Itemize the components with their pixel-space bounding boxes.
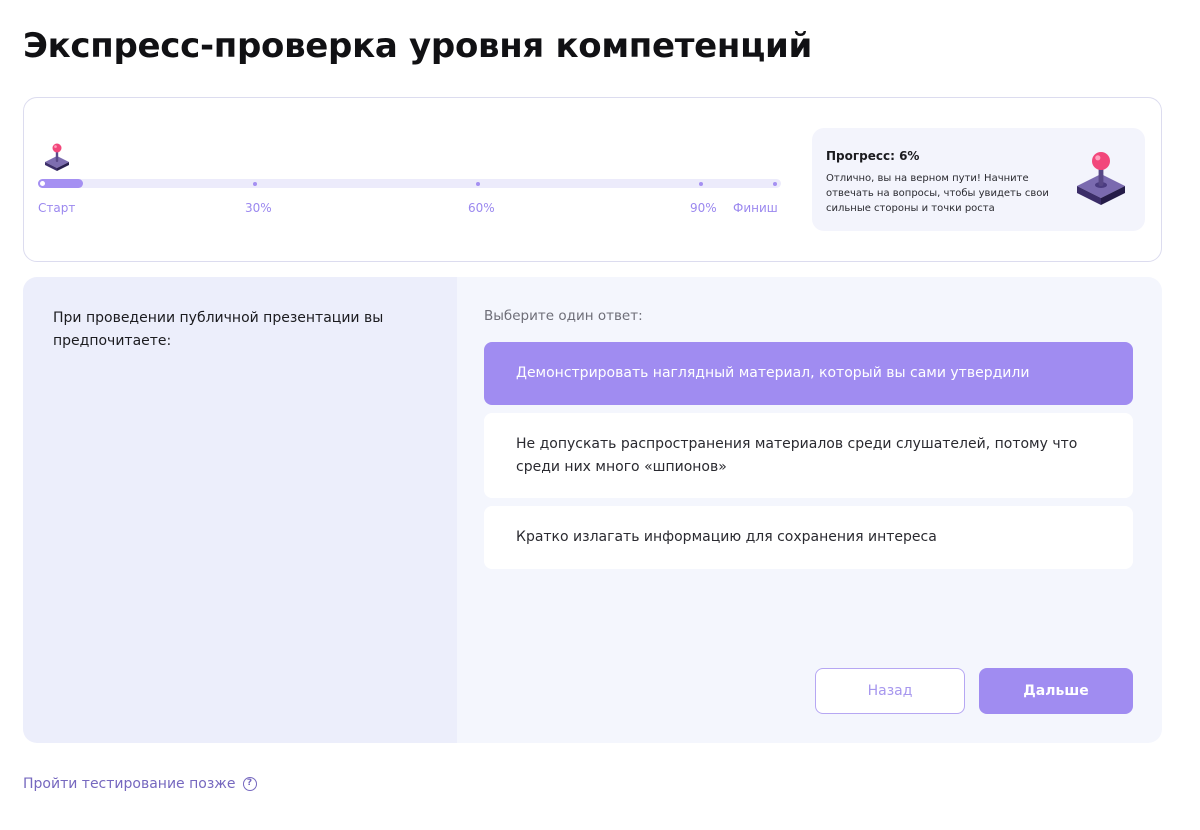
progress-marker-60: 60% — [468, 201, 495, 215]
progress-tick-90 — [698, 181, 703, 186]
answer-panel: Выберите один ответ: Демонстрировать наг… — [457, 277, 1162, 743]
progress-track — [38, 179, 781, 188]
progress-info-box: Прогресс: 6% Отлично, вы на верном пути!… — [812, 128, 1145, 231]
progress-tick-30 — [252, 181, 257, 186]
question-panel: При проведении публичной презентации вы … — [23, 277, 457, 743]
back-button[interactable]: Назад — [815, 668, 965, 714]
progress-marker-finish: Финиш — [733, 201, 778, 215]
answer-option[interactable]: Кратко излагать информацию для сохранени… — [484, 506, 1133, 569]
progress-tick-finish — [773, 181, 777, 186]
progress-info-title: Прогресс: 6% — [826, 149, 920, 163]
answer-option[interactable]: Демонстрировать наглядный материал, кото… — [484, 342, 1133, 405]
take-test-later-label: Пройти тестирование позже — [23, 776, 236, 792]
joystick-icon — [1077, 152, 1125, 205]
answer-option[interactable]: Не допускать распространения материалов … — [484, 413, 1133, 498]
progress-info-text: Отлично, вы на верном пути! Начните отве… — [826, 173, 1049, 214]
take-test-later-link[interactable]: Пройти тестирование позже ? — [23, 776, 257, 792]
progress-marker-start: Старт — [38, 201, 76, 215]
question-circle-icon[interactable]: ? — [242, 777, 257, 791]
answer-option-label: Демонстрировать наглядный материал, кото… — [516, 365, 1030, 381]
progress-start-dot — [40, 181, 45, 186]
page-title: Экспресс-проверка уровня компетенций — [23, 26, 813, 66]
answer-option-label: Не допускать распространения материалов … — [516, 435, 1078, 475]
next-button[interactable]: Дальше — [979, 668, 1133, 714]
progress-marker-30: 30% — [245, 201, 272, 215]
answer-option-label: Кратко излагать информацию для сохранени… — [516, 529, 937, 545]
question-text: При проведении публичной презентации вы … — [53, 310, 384, 349]
joystick-icon — [45, 143, 69, 171]
progress-fill — [38, 179, 83, 188]
answer-hint: Выберите один ответ: — [484, 308, 643, 324]
progress-marker-90: 90% — [690, 201, 717, 215]
progress-tick-60 — [475, 181, 480, 186]
